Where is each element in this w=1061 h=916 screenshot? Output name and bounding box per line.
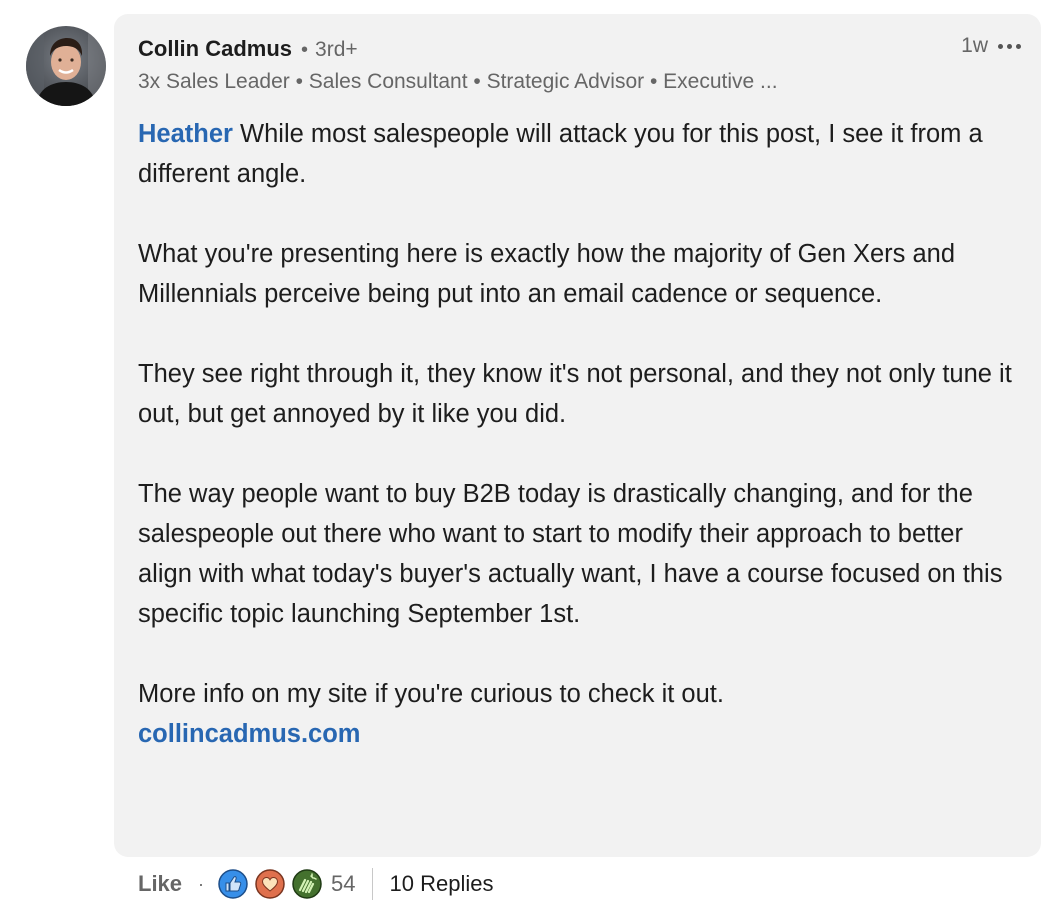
action-separator: · bbox=[198, 873, 205, 894]
replies-button[interactable]: 10 Replies bbox=[390, 871, 494, 897]
more-dot bbox=[1016, 43, 1021, 49]
love-icon bbox=[255, 869, 285, 899]
comment-paragraph: Heather While most salespeople will atta… bbox=[138, 114, 1018, 194]
comment-actions: Like · 54 10 Replies bbox=[138, 864, 493, 904]
website-link[interactable]: collincadmus.com bbox=[138, 720, 360, 748]
author-name[interactable]: Collin Cadmus bbox=[138, 36, 292, 62]
comment-text: Heather While most salespeople will atta… bbox=[138, 114, 1018, 754]
comment-paragraph-text: More info on my site if you're curious t… bbox=[138, 680, 724, 708]
connection-degree: 3rd+ bbox=[315, 38, 358, 61]
like-button[interactable]: Like bbox=[138, 871, 182, 897]
more-dot bbox=[998, 43, 1003, 49]
comment-paragraph: They see right through it, they know it'… bbox=[138, 360, 1012, 428]
more-options-icon[interactable] bbox=[996, 34, 1023, 58]
more-dot bbox=[1007, 43, 1012, 49]
comment-timestamp: 1w bbox=[961, 34, 988, 57]
actions-divider bbox=[371, 868, 373, 900]
comment-paragraph: What you're presenting here is exactly h… bbox=[138, 240, 956, 308]
reactions-summary[interactable]: 54 bbox=[218, 869, 356, 899]
comment-bubble: Collin Cadmus • 3rd+ 1w 3x Sales Leader … bbox=[114, 14, 1041, 857]
author-headline: 3x Sales Leader • Sales Consultant • Str… bbox=[138, 70, 778, 93]
comment-item: Collin Cadmus • 3rd+ 1w 3x Sales Leader … bbox=[0, 0, 1061, 916]
mention-link[interactable]: Heather bbox=[138, 120, 233, 148]
author-avatar[interactable] bbox=[26, 26, 106, 106]
comment-paragraph-text: While most salespeople will attack you f… bbox=[138, 120, 983, 188]
author-row: Collin Cadmus • 3rd+ bbox=[138, 36, 358, 62]
name-separator: • bbox=[301, 39, 309, 61]
like-icon bbox=[218, 869, 248, 899]
comment-paragraph: The way people want to buy B2B today is … bbox=[138, 480, 1003, 628]
celebrate-icon bbox=[292, 869, 322, 899]
comment-paragraph: More info on my site if you're curious t… bbox=[138, 674, 1018, 754]
avatar-photo bbox=[26, 26, 106, 106]
reaction-count: 54 bbox=[331, 871, 356, 896]
comment-meta: 1w bbox=[961, 34, 1023, 58]
